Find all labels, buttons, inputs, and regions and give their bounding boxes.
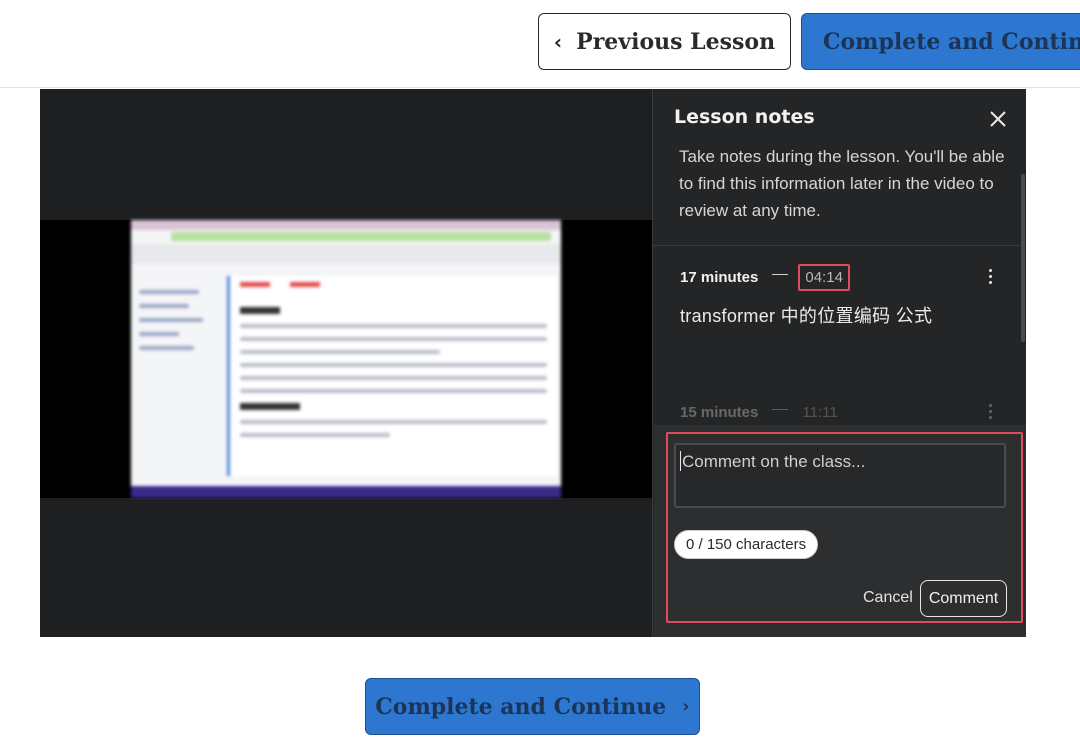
note-item: 15 minutes 11:11 bbox=[680, 400, 1005, 424]
note-timestamp-link[interactable]: 04:14 bbox=[798, 263, 850, 291]
video-doc-toolbar bbox=[131, 244, 561, 264]
lesson-notes-panel: Lesson notes Take notes during the lesso… bbox=[652, 89, 1026, 637]
previous-lesson-label: Previous Lesson bbox=[576, 28, 776, 55]
more-options-icon[interactable] bbox=[986, 402, 994, 422]
chevron-left-icon: ‹ bbox=[553, 29, 563, 54]
comment-button[interactable]: Comment bbox=[920, 580, 1007, 617]
video-taskbar bbox=[131, 486, 561, 498]
video-player[interactable] bbox=[40, 89, 652, 637]
note-duration: 17 minutes bbox=[680, 268, 759, 286]
note-timestamp-link[interactable]: 11:11 bbox=[798, 402, 841, 423]
complete-and-continue-button-top[interactable]: Complete and Continue bbox=[801, 13, 1080, 70]
comment-input[interactable]: Comment on the class... bbox=[674, 443, 1006, 508]
video-letterbox bbox=[40, 220, 652, 498]
more-options-icon[interactable] bbox=[986, 267, 994, 287]
dash bbox=[772, 408, 789, 410]
top-bar: ‹ Previous Lesson Complete and Continue bbox=[0, 0, 1080, 88]
comment-placeholder: Comment on the class... bbox=[682, 452, 866, 471]
dash bbox=[772, 273, 789, 275]
lesson-notes-title: Lesson notes bbox=[674, 106, 815, 128]
video-doc-body bbox=[227, 276, 557, 476]
note-item: 17 minutes 04:14 transformer 中的位置编码 公式 bbox=[680, 263, 1005, 328]
note-meta: 17 minutes 04:14 bbox=[680, 263, 1005, 291]
note-duration: 15 minutes bbox=[680, 403, 759, 421]
chevron-right-icon: › bbox=[682, 696, 690, 717]
video-doc-sidebar bbox=[139, 280, 209, 440]
character-count-badge: 0 / 150 characters bbox=[674, 530, 819, 559]
complete-and-continue-label-top: Complete and Continue bbox=[823, 28, 1080, 55]
divider bbox=[653, 245, 1026, 246]
lesson-notes-intro: Take notes during the lesson. You'll be … bbox=[679, 147, 1005, 220]
note-text: transformer 中的位置编码 公式 bbox=[680, 306, 933, 326]
video-frame[interactable] bbox=[131, 220, 561, 498]
lesson-notes-header: Lesson notes bbox=[653, 89, 1026, 145]
complete-and-continue-button-bottom[interactable]: Complete and Continue › bbox=[365, 678, 700, 735]
note-meta: 15 minutes 11:11 bbox=[680, 400, 1005, 424]
close-icon[interactable] bbox=[987, 108, 1009, 130]
comment-composer: Comment on the class... 0 / 150 characte… bbox=[654, 425, 1026, 637]
video-browser-tabs bbox=[131, 220, 561, 230]
cancel-button[interactable]: Cancel bbox=[863, 589, 913, 607]
notes-scrollbar[interactable] bbox=[1021, 174, 1025, 342]
video-browser-url bbox=[171, 232, 551, 241]
previous-lesson-button[interactable]: ‹ Previous Lesson bbox=[538, 13, 791, 70]
text-caret bbox=[680, 451, 681, 471]
complete-and-continue-label-bottom: Complete and Continue bbox=[375, 693, 667, 720]
